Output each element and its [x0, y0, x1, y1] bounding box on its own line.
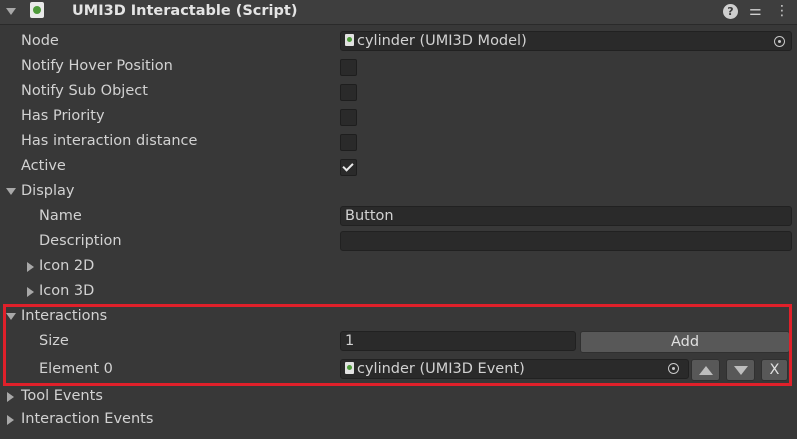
display-description-input[interactable]: [340, 231, 792, 251]
move-up-button[interactable]: [691, 359, 720, 381]
component-title: UMI3D Interactable (Script): [72, 3, 298, 19]
object-picker-icon[interactable]: [774, 36, 785, 47]
notify-hover-label: Notify Hover Position: [21, 58, 173, 74]
element0-picker-icon[interactable]: [668, 363, 679, 374]
notify-hover-checkbox[interactable]: [340, 59, 357, 76]
element0-label: Element 0: [39, 361, 113, 377]
display-name-input[interactable]: Button: [340, 206, 792, 226]
notify-sub-checkbox[interactable]: [340, 84, 357, 101]
event-icon: [345, 362, 354, 374]
has-interaction-distance-label: Has interaction distance: [21, 133, 198, 149]
tool-events-foldout-arrow[interactable]: [7, 392, 14, 402]
interactions-size-input[interactable]: 1: [340, 331, 576, 351]
more-options-icon[interactable]: ⋮: [775, 3, 789, 19]
add-button[interactable]: Add: [580, 331, 790, 353]
component-foldout-arrow[interactable]: [6, 8, 16, 15]
has-priority-label: Has Priority: [21, 108, 105, 124]
interactions-foldout-label[interactable]: Interactions: [21, 308, 107, 324]
remove-element-button[interactable]: X: [761, 359, 788, 381]
interactions-size-label: Size: [39, 333, 69, 349]
active-label: Active: [21, 158, 66, 174]
element0-value: cylinder (UMI3D Event): [357, 361, 525, 377]
icon2d-foldout-label[interactable]: Icon 2D: [39, 258, 94, 274]
interaction-events-foldout-arrow[interactable]: [7, 415, 14, 425]
display-name-label: Name: [39, 208, 82, 224]
move-down-button[interactable]: [726, 359, 755, 381]
interactions-foldout-arrow[interactable]: [6, 313, 16, 320]
notify-sub-label: Notify Sub Object: [21, 83, 148, 99]
node-label: Node: [21, 33, 59, 49]
preset-icon[interactable]: ⚌: [749, 3, 762, 19]
has-priority-checkbox[interactable]: [340, 109, 357, 126]
tool-events-foldout-label[interactable]: Tool Events: [21, 388, 103, 404]
interaction-events-foldout-label[interactable]: Interaction Events: [21, 411, 153, 427]
node-object-field[interactable]: cylinder (UMI3D Model): [340, 31, 792, 51]
icon2d-foldout-arrow[interactable]: [27, 262, 34, 272]
display-description-label: Description: [39, 233, 122, 249]
element0-object-field[interactable]: cylinder (UMI3D Event): [340, 359, 689, 379]
display-foldout-arrow[interactable]: [6, 188, 16, 195]
display-foldout-label[interactable]: Display: [21, 183, 74, 199]
icon3d-foldout-label[interactable]: Icon 3D: [39, 283, 94, 299]
icon3d-foldout-arrow[interactable]: [27, 287, 34, 297]
model-icon: [345, 34, 354, 46]
script-icon: [30, 2, 44, 18]
arrow-down-icon: [734, 366, 748, 375]
arrow-up-icon: [699, 366, 713, 375]
component-header: UMI3D Interactable (Script) ? ⚌ ⋮: [0, 0, 797, 25]
has-interaction-distance-checkbox[interactable]: [340, 134, 357, 151]
help-icon[interactable]: ?: [723, 4, 738, 19]
node-value: cylinder (UMI3D Model): [357, 33, 527, 49]
active-checkbox[interactable]: [340, 159, 357, 176]
